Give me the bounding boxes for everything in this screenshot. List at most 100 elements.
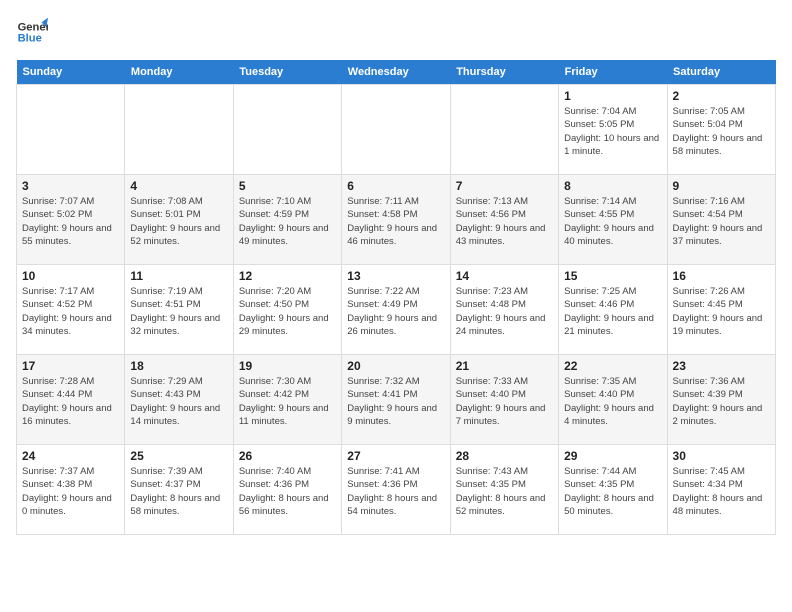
day-info: Sunrise: 7:08 AM Sunset: 5:01 PM Dayligh… [130,195,227,248]
day-info: Sunrise: 7:23 AM Sunset: 4:48 PM Dayligh… [456,285,553,338]
day-info: Sunrise: 7:40 AM Sunset: 4:36 PM Dayligh… [239,465,336,518]
day-info: Sunrise: 7:30 AM Sunset: 4:42 PM Dayligh… [239,375,336,428]
calendar-cell: 8 Sunrise: 7:14 AM Sunset: 4:55 PM Daylig… [559,175,667,265]
calendar-header-row: SundayMondayTuesdayWednesdayThursdayFrid… [17,60,776,85]
calendar-cell: 14 Sunrise: 7:23 AM Sunset: 4:48 PM Dayli… [450,265,558,355]
day-number: 20 [347,359,444,373]
calendar-cell: 25Sunrise: 7:39 AM Sunset: 4:37 PM Dayli… [125,445,233,535]
calendar-cell: 18Sunrise: 7:29 AM Sunset: 4:43 PM Dayli… [125,355,233,445]
day-number: 8 [564,179,661,193]
calendar-week-1: 1Sunrise: 7:04 AM Sunset: 5:05 PM Daylig… [17,85,776,175]
day-number: 19 [239,359,336,373]
calendar-cell: 13 Sunrise: 7:22 AM Sunset: 4:49 PM Dayli… [342,265,450,355]
day-number: 30 [673,449,770,463]
day-number: 13 [347,269,444,283]
calendar-cell: 19 Sunrise: 7:30 AM Sunset: 4:42 PM Dayli… [233,355,341,445]
calendar-week-2: 3 Sunrise: 7:07 AM Sunset: 5:02 PM Daylig… [17,175,776,265]
calendar-body: 1Sunrise: 7:04 AM Sunset: 5:05 PM Daylig… [17,85,776,535]
day-number: 3 [22,179,119,193]
logo-icon: General Blue [16,16,48,48]
day-number: 24 [22,449,119,463]
day-info: Sunrise: 7:41 AM Sunset: 4:36 PM Dayligh… [347,465,444,518]
svg-text:Blue: Blue [18,33,42,45]
day-number: 7 [456,179,553,193]
day-number: 11 [130,269,227,283]
calendar-cell: 17 Sunrise: 7:28 AM Sunset: 4:44 PM Dayli… [17,355,125,445]
calendar-cell: 15 Sunrise: 7:25 AM Sunset: 4:46 PM Dayli… [559,265,667,355]
day-info: Sunrise: 7:22 AM Sunset: 4:49 PM Dayligh… [347,285,444,338]
day-info: Sunrise: 7:33 AM Sunset: 4:40 PM Dayligh… [456,375,553,428]
calendar-cell: 24Sunrise: 7:37 AM Sunset: 4:38 PM Dayli… [17,445,125,535]
calendar-cell: 7Sunrise: 7:13 AM Sunset: 4:56 PM Daylig… [450,175,558,265]
calendar-cell: 28 Sunrise: 7:43 AM Sunset: 4:35 PM Dayli… [450,445,558,535]
calendar-cell [233,85,341,175]
day-number: 29 [564,449,661,463]
day-info: Sunrise: 7:29 AM Sunset: 4:43 PM Dayligh… [130,375,227,428]
day-info: Sunrise: 7:28 AM Sunset: 4:44 PM Dayligh… [22,375,119,428]
day-number: 12 [239,269,336,283]
day-header-tuesday: Tuesday [233,60,341,85]
calendar-week-5: 24Sunrise: 7:37 AM Sunset: 4:38 PM Dayli… [17,445,776,535]
calendar-cell: 5 Sunrise: 7:10 AM Sunset: 4:59 PM Daylig… [233,175,341,265]
header: General Blue [16,16,776,48]
calendar-cell: 29Sunrise: 7:44 AM Sunset: 4:35 PM Dayli… [559,445,667,535]
day-number: 21 [456,359,553,373]
calendar-cell: 30Sunrise: 7:45 AM Sunset: 4:34 PM Dayli… [667,445,775,535]
day-number: 2 [673,89,770,103]
day-header-sunday: Sunday [17,60,125,85]
day-info: Sunrise: 7:04 AM Sunset: 5:05 PM Dayligh… [564,105,661,158]
calendar-cell: 11 Sunrise: 7:19 AM Sunset: 4:51 PM Dayli… [125,265,233,355]
day-number: 27 [347,449,444,463]
day-info: Sunrise: 7:36 AM Sunset: 4:39 PM Dayligh… [673,375,770,428]
day-info: Sunrise: 7:35 AM Sunset: 4:40 PM Dayligh… [564,375,661,428]
day-number: 4 [130,179,227,193]
day-header-wednesday: Wednesday [342,60,450,85]
calendar-cell [342,85,450,175]
calendar-cell: 1Sunrise: 7:04 AM Sunset: 5:05 PM Daylig… [559,85,667,175]
day-number: 14 [456,269,553,283]
day-number: 10 [22,269,119,283]
calendar-cell: 16Sunrise: 7:26 AM Sunset: 4:45 PM Dayli… [667,265,775,355]
day-number: 5 [239,179,336,193]
day-number: 26 [239,449,336,463]
day-info: Sunrise: 7:10 AM Sunset: 4:59 PM Dayligh… [239,195,336,248]
calendar-table: SundayMondayTuesdayWednesdayThursdayFrid… [16,60,776,535]
calendar-cell: 6Sunrise: 7:11 AM Sunset: 4:58 PM Daylig… [342,175,450,265]
day-number: 9 [673,179,770,193]
day-info: Sunrise: 7:19 AM Sunset: 4:51 PM Dayligh… [130,285,227,338]
day-number: 28 [456,449,553,463]
calendar-week-3: 10 Sunrise: 7:17 AM Sunset: 4:52 PM Dayli… [17,265,776,355]
day-info: Sunrise: 7:32 AM Sunset: 4:41 PM Dayligh… [347,375,444,428]
calendar-cell: 27 Sunrise: 7:41 AM Sunset: 4:36 PM Dayli… [342,445,450,535]
calendar-cell: 22Sunrise: 7:35 AM Sunset: 4:40 PM Dayli… [559,355,667,445]
calendar-cell: 10 Sunrise: 7:17 AM Sunset: 4:52 PM Dayli… [17,265,125,355]
calendar-cell: 26 Sunrise: 7:40 AM Sunset: 4:36 PM Dayli… [233,445,341,535]
day-info: Sunrise: 7:14 AM Sunset: 4:55 PM Dayligh… [564,195,661,248]
day-info: Sunrise: 7:39 AM Sunset: 4:37 PM Dayligh… [130,465,227,518]
day-info: Sunrise: 7:43 AM Sunset: 4:35 PM Dayligh… [456,465,553,518]
calendar-cell: 23 Sunrise: 7:36 AM Sunset: 4:39 PM Dayli… [667,355,775,445]
day-info: Sunrise: 7:07 AM Sunset: 5:02 PM Dayligh… [22,195,119,248]
calendar-cell [450,85,558,175]
day-number: 17 [22,359,119,373]
day-info: Sunrise: 7:17 AM Sunset: 4:52 PM Dayligh… [22,285,119,338]
day-header-saturday: Saturday [667,60,775,85]
day-info: Sunrise: 7:20 AM Sunset: 4:50 PM Dayligh… [239,285,336,338]
calendar-cell: 4 Sunrise: 7:08 AM Sunset: 5:01 PM Daylig… [125,175,233,265]
day-number: 6 [347,179,444,193]
logo: General Blue [16,16,48,48]
day-number: 16 [673,269,770,283]
calendar-cell [125,85,233,175]
calendar-cell: 3 Sunrise: 7:07 AM Sunset: 5:02 PM Daylig… [17,175,125,265]
day-header-monday: Monday [125,60,233,85]
day-info: Sunrise: 7:25 AM Sunset: 4:46 PM Dayligh… [564,285,661,338]
calendar-cell: 9 Sunrise: 7:16 AM Sunset: 4:54 PM Daylig… [667,175,775,265]
day-info: Sunrise: 7:16 AM Sunset: 4:54 PM Dayligh… [673,195,770,248]
calendar-cell: 21 Sunrise: 7:33 AM Sunset: 4:40 PM Dayli… [450,355,558,445]
calendar-cell: 12 Sunrise: 7:20 AM Sunset: 4:50 PM Dayli… [233,265,341,355]
calendar-cell: 20 Sunrise: 7:32 AM Sunset: 4:41 PM Dayli… [342,355,450,445]
day-number: 23 [673,359,770,373]
day-header-friday: Friday [559,60,667,85]
day-number: 15 [564,269,661,283]
day-info: Sunrise: 7:05 AM Sunset: 5:04 PM Dayligh… [673,105,770,158]
